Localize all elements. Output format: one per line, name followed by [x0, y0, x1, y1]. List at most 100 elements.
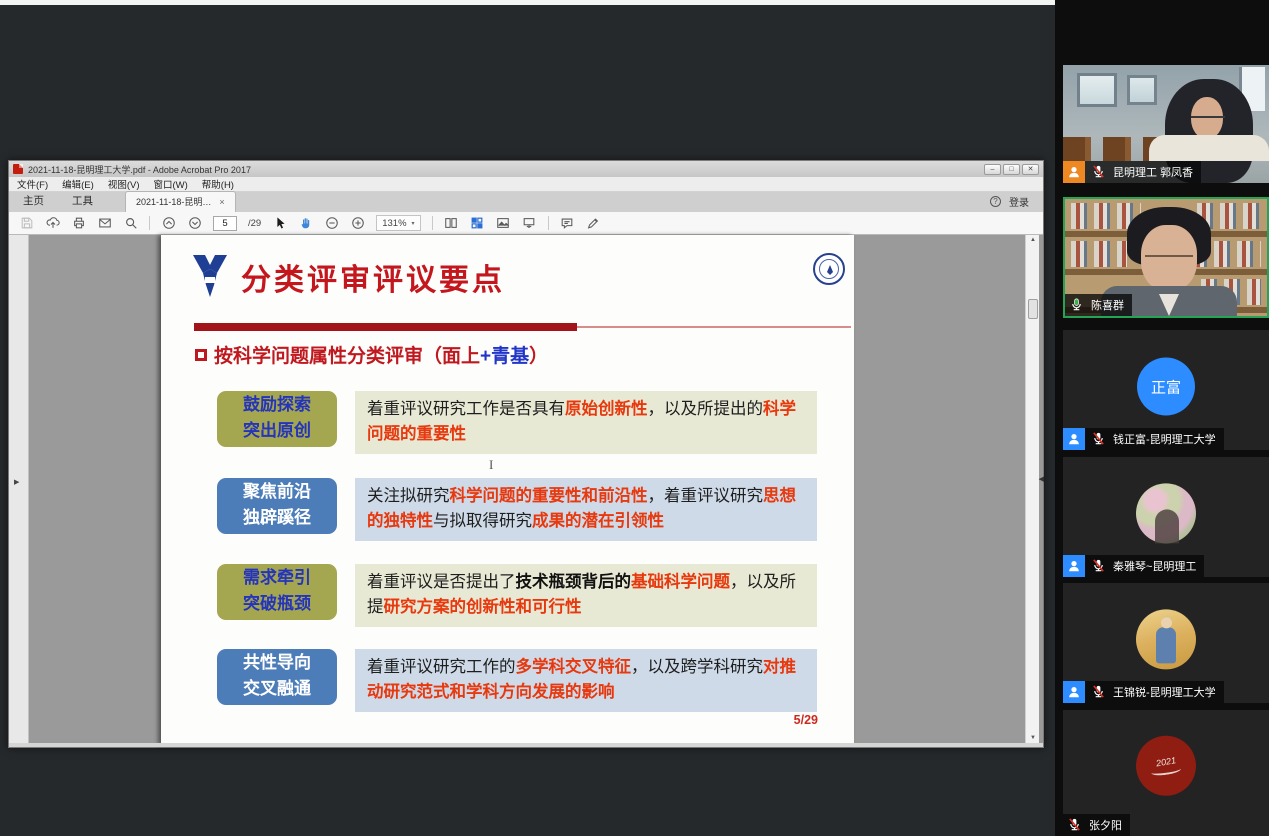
profile-icon	[1063, 555, 1085, 577]
sign-in-link[interactable]: 登录	[1009, 194, 1029, 209]
menu-window[interactable]: 窗口(W)	[153, 177, 187, 191]
toolbar: 5 /29 131% ▾	[9, 212, 1043, 235]
avatar	[1136, 483, 1196, 543]
profile-icon	[1063, 161, 1085, 183]
chevron-down-icon: ▾	[412, 220, 415, 227]
row-label: 共性导向交叉融通	[217, 649, 337, 705]
row-description: 着重评议研究工作是否具有原始创新性，以及所提出的科学问题的重要性	[355, 391, 817, 454]
zoom-level-dropdown[interactable]: 131% ▾	[376, 215, 420, 231]
profile-icon	[1063, 681, 1085, 703]
participant-name: 钱正富-昆明理工大学	[1113, 431, 1216, 447]
expand-panel-icon[interactable]: ▶	[14, 478, 19, 486]
tab-tools[interactable]: 工具	[58, 190, 107, 212]
mic-muted-icon	[1091, 164, 1111, 180]
menu-bar: 文件(F) 编辑(E) 视图(V) 窗口(W) 帮助(H)	[9, 177, 1043, 192]
next-page-icon[interactable]	[187, 216, 202, 231]
print-icon[interactable]	[71, 216, 86, 231]
participant-name: 张夕阳	[1089, 817, 1122, 833]
minimize-button[interactable]: –	[984, 164, 1001, 175]
tab-bar: 主页 工具 2021-11-18-昆明… × ? 登录	[9, 192, 1043, 212]
organize-pages-icon[interactable]	[470, 216, 485, 231]
participant-name: 王锦锐-昆明理工大学	[1113, 684, 1216, 700]
row-label: 聚焦前沿独辟蹊径	[217, 478, 337, 534]
mic-muted-icon	[1091, 684, 1111, 700]
tab-document-label: 2021-11-18-昆明…	[136, 195, 211, 208]
save-icon[interactable]	[19, 216, 34, 231]
page-fit-icon[interactable]	[444, 216, 459, 231]
avatar: 2021	[1136, 736, 1196, 796]
desktop: 2021-11-18-昆明理工大学.pdf - Adobe Acrobat Pr…	[0, 0, 1269, 836]
page-total: /29	[248, 218, 261, 229]
participant-tile[interactable]: 秦雅琴~昆明理工	[1063, 457, 1269, 577]
zhejiang-university-seal-icon	[813, 253, 845, 285]
participant-tile[interactable]: 昆明理工 郭凤香	[1063, 65, 1269, 183]
share-upload-icon[interactable]	[45, 216, 60, 231]
row-label: 需求牵引突破瓶颈	[217, 564, 337, 620]
title-underline-line	[577, 326, 851, 328]
mic-muted-icon	[1091, 431, 1111, 447]
slide-title: 分类评审评议要点	[241, 255, 505, 299]
pdf-page: 分类评审评议要点 按科学问题属性分类评审（面上+青基） 鼓励探索突出原创 着重评…	[161, 235, 854, 745]
tab-close-icon[interactable]: ×	[219, 197, 224, 207]
collapse-panel-icon[interactable]: ◀	[1039, 475, 1044, 483]
nameplate: 陈喜群	[1065, 294, 1132, 316]
comment-icon[interactable]	[560, 216, 575, 231]
row-description: 着重评议是否提出了技术瓶颈背后的基础科学问题，以及所提研究方案的创新性和可行性	[355, 564, 817, 627]
menu-view[interactable]: 视图(V)	[108, 177, 140, 191]
vertical-scrollbar[interactable]: ▲ ▼	[1025, 235, 1039, 743]
avatar: 正富	[1137, 358, 1195, 416]
acrobat-app-icon	[13, 164, 23, 174]
tab-document[interactable]: 2021-11-18-昆明… ×	[125, 191, 236, 212]
participants-sidebar: 昆明理工 郭凤香 陈喜群 正富	[1055, 0, 1269, 836]
zoom-level: 131%	[382, 218, 406, 229]
email-icon[interactable]	[97, 216, 112, 231]
zoom-in-icon[interactable]	[350, 216, 365, 231]
participant-tile-active-speaker[interactable]: 陈喜群	[1063, 197, 1269, 318]
restore-button[interactable]: □	[1003, 164, 1020, 175]
acrobat-window: 2021-11-18-昆明理工大学.pdf - Adobe Acrobat Pr…	[8, 160, 1044, 748]
section-heading: 按科学问题属性分类评审（面上+青基）	[195, 341, 548, 368]
window-bottom-edge	[9, 743, 1043, 747]
tab-home[interactable]: 主页	[9, 190, 58, 212]
row-description: 着重评议研究工作的多学科交叉特征，以及跨学科研究对推动研究范式和学科方向发展的影…	[355, 649, 817, 712]
title-underline-bar	[194, 323, 577, 331]
participant-name: 陈喜群	[1091, 297, 1124, 313]
pencil-icon[interactable]	[586, 216, 601, 231]
window-title: 2021-11-18-昆明理工大学.pdf - Adobe Acrobat Pr…	[28, 163, 251, 176]
previous-page-icon[interactable]	[161, 216, 176, 231]
send-display-icon[interactable]	[522, 216, 537, 231]
help-icon[interactable]: ?	[990, 196, 1001, 207]
navigation-pane-strip[interactable]: ▶	[9, 235, 29, 743]
nameplate: 王锦锐-昆明理工大学	[1063, 681, 1224, 703]
text-cursor: I	[489, 457, 493, 473]
scrollbar-thumb[interactable]	[1028, 299, 1038, 319]
select-tool-icon[interactable]	[272, 216, 287, 231]
document-area: ▶ 分类评审评议要点 按科学问题属性分类评审（面上+青基）	[9, 235, 1043, 743]
close-button[interactable]: ✕	[1022, 164, 1039, 175]
edit-image-icon[interactable]	[496, 216, 511, 231]
menu-help[interactable]: 帮助(H)	[202, 177, 234, 191]
scroll-down-icon[interactable]: ▼	[1026, 735, 1040, 741]
menu-file[interactable]: 文件(F)	[17, 177, 48, 191]
row-description: 关注拟研究科学问题的重要性和前沿性，着重评议研究思想的独特性与拟取得研究成果的潜…	[355, 478, 817, 541]
participant-tile[interactable]: 正富 钱正富-昆明理工大学	[1063, 330, 1269, 450]
titlebar[interactable]: 2021-11-18-昆明理工大学.pdf - Adobe Acrobat Pr…	[9, 161, 1043, 177]
nameplate: 秦雅琴~昆明理工	[1063, 555, 1204, 577]
university-emblem-icon	[191, 251, 229, 299]
nameplate: 钱正富-昆明理工大学	[1063, 428, 1224, 450]
participant-name: 秦雅琴~昆明理工	[1113, 558, 1196, 574]
profile-icon	[1063, 428, 1085, 450]
square-bullet-icon	[195, 349, 207, 361]
mic-muted-icon	[1067, 817, 1087, 833]
mic-muted-icon	[1091, 558, 1111, 574]
zoom-out-icon[interactable]	[324, 216, 339, 231]
nameplate: 昆明理工 郭凤香	[1063, 161, 1201, 183]
hand-tool-icon[interactable]	[298, 216, 313, 231]
participant-tile[interactable]: 王锦锐-昆明理工大学	[1063, 583, 1269, 703]
menu-edit[interactable]: 编辑(E)	[62, 177, 94, 191]
participant-name: 昆明理工 郭凤香	[1113, 164, 1193, 180]
page-number-input[interactable]: 5	[213, 216, 237, 231]
participant-tile[interactable]: 2021 张夕阳	[1063, 710, 1269, 836]
scroll-up-icon[interactable]: ▲	[1026, 237, 1040, 243]
search-icon[interactable]	[123, 216, 138, 231]
